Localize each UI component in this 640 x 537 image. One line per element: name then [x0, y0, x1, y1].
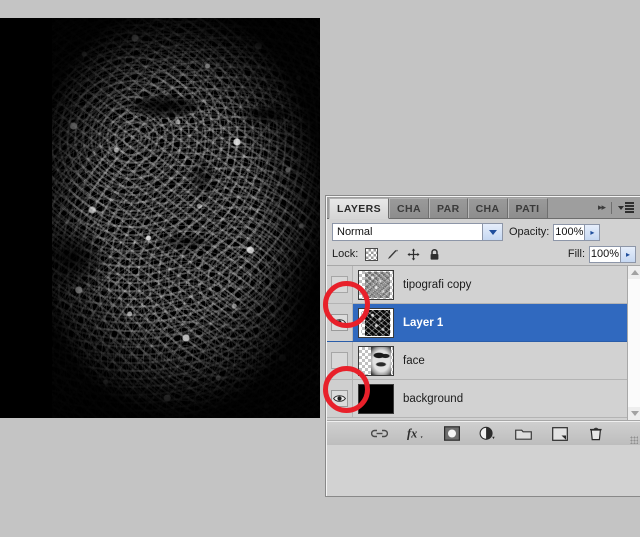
- lock-position-icon[interactable]: [406, 247, 420, 261]
- layer-name-background: background: [403, 392, 464, 405]
- layers-panel-toolbar: fx: [327, 421, 640, 445]
- expand-panel-icon[interactable]: ▸▸: [598, 202, 606, 213]
- blend-mode-select[interactable]: Normal: [332, 223, 503, 241]
- tab-channels-label: CHA: [397, 203, 421, 215]
- chevron-up-icon[interactable]: [628, 266, 640, 279]
- tab-paragraph[interactable]: PAR: [428, 198, 468, 218]
- chevron-down-icon[interactable]: [482, 224, 502, 240]
- layer-row-tipografi-copy[interactable]: tipografi copy: [327, 266, 640, 304]
- tab-channels[interactable]: CHA: [389, 198, 429, 218]
- new-group-folder-icon[interactable]: [515, 425, 532, 442]
- layer-name-face: face: [403, 354, 425, 367]
- tab-character-label: CHA: [475, 203, 500, 215]
- tab-paths-label: PATI: [515, 203, 540, 215]
- svg-text:fx: fx: [407, 427, 417, 441]
- lock-image-pixels-icon[interactable]: [385, 247, 399, 261]
- chevron-down-icon[interactable]: [628, 407, 640, 420]
- tab-layers-label: LAYERS: [337, 203, 382, 215]
- layer-styles-fx-icon[interactable]: fx: [407, 425, 424, 442]
- tab-character[interactable]: CHA: [467, 198, 508, 218]
- lock-all-icon[interactable]: [427, 247, 441, 261]
- fill-value: 100%: [590, 247, 620, 260]
- panel-tab-controls: ▸▸: [596, 197, 640, 218]
- menu-triangle-icon: [618, 205, 624, 210]
- layer-row-background[interactable]: background: [327, 380, 640, 418]
- panel-tab-strip: LAYERS CHA PAR CHA PATI ▸▸: [327, 197, 640, 219]
- delete-layer-trash-icon[interactable]: [587, 425, 604, 442]
- fill-input[interactable]: 100% ▸: [589, 245, 636, 263]
- layer-row-face[interactable]: face: [327, 342, 640, 380]
- layer-list[interactable]: tipografi copy Layer 1 face background: [327, 266, 640, 421]
- new-layer-icon[interactable]: [551, 425, 568, 442]
- lock-icon-group: [364, 247, 441, 261]
- opacity-input[interactable]: 100% ▸: [553, 223, 601, 241]
- panel-resize-grip[interactable]: [630, 436, 638, 444]
- layer-name-tipografi-copy: tipografi copy: [403, 278, 472, 291]
- tab-paragraph-label: PAR: [436, 203, 460, 215]
- link-layers-icon[interactable]: [371, 425, 388, 442]
- opacity-label: Opacity:: [509, 226, 550, 238]
- tab-divider: [611, 201, 612, 214]
- layer-row-layer-1[interactable]: Layer 1: [327, 304, 640, 342]
- layer-list-scrollbar[interactable]: [627, 266, 640, 420]
- layers-panel: LAYERS CHA PAR CHA PATI ▸▸ Normal Opacit…: [326, 196, 640, 496]
- panel-menu-icon[interactable]: [618, 202, 634, 213]
- annotation-ring-face-visibility: [323, 366, 370, 413]
- opacity-value: 100%: [555, 225, 584, 238]
- layer-thumbnail-face[interactable]: [358, 345, 394, 376]
- add-layer-mask-icon[interactable]: [443, 425, 460, 442]
- annotation-ring-tipografi-visibility: [323, 281, 370, 328]
- blend-opacity-row: Normal Opacity: 100% ▸: [327, 219, 640, 243]
- fill-label: Fill:: [567, 248, 585, 260]
- lock-fill-row: Lock: Fill: 100% ▸: [327, 243, 640, 266]
- blend-mode-value: Normal: [337, 226, 373, 238]
- tab-layers[interactable]: LAYERS: [329, 198, 390, 219]
- face-vignette-overlay: [52, 18, 320, 418]
- new-adjustment-layer-icon[interactable]: [479, 425, 496, 442]
- layer-name-layer-1: Layer 1: [403, 316, 444, 329]
- lock-label: Lock:: [332, 248, 359, 260]
- document-canvas[interactable]: [0, 18, 320, 418]
- menu-lines-icon: [625, 202, 634, 213]
- lock-transparent-pixels-icon[interactable]: [364, 247, 378, 261]
- opacity-spinner-icon[interactable]: ▸: [584, 224, 600, 240]
- fill-spinner-icon[interactable]: ▸: [620, 246, 635, 262]
- tab-paths[interactable]: PATI: [507, 198, 548, 218]
- artwork-image: [52, 18, 320, 418]
